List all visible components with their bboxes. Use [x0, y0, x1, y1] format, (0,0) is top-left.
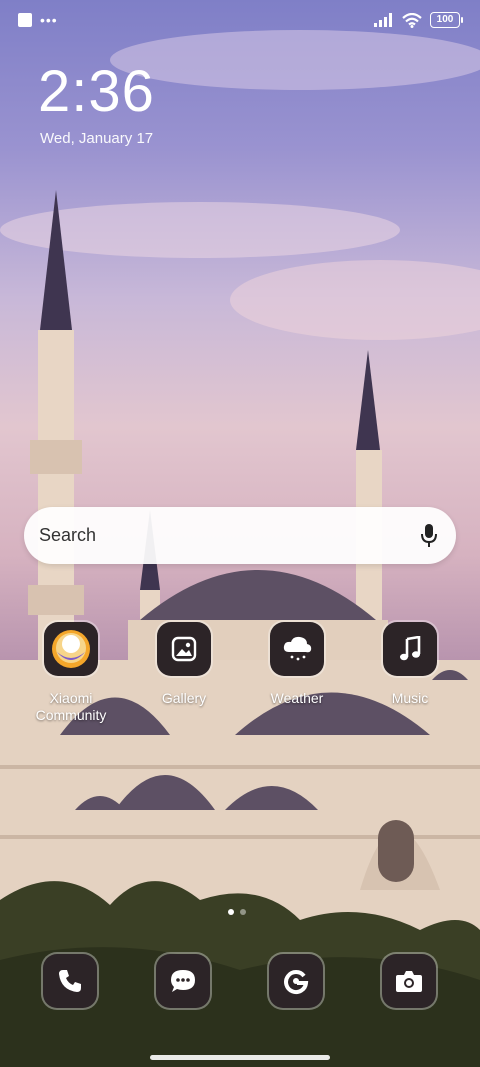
app-label: Xiaomi Community [35, 690, 107, 723]
page-indicator[interactable] [228, 909, 246, 915]
status-bar: ••• 100 [0, 0, 480, 40]
signal-icon [374, 13, 392, 27]
weather-icon [270, 622, 324, 676]
page-dot [240, 909, 246, 915]
gallery-icon [157, 622, 211, 676]
camera-icon[interactable] [382, 954, 436, 1008]
app-gallery[interactable]: Gallery [129, 622, 239, 707]
phone-icon[interactable] [43, 954, 97, 1008]
app-label: Weather [270, 690, 324, 706]
clock-time[interactable]: 2:36 [38, 58, 155, 125]
microphone-icon[interactable] [420, 523, 438, 549]
clock-date[interactable]: Wed, January 17 [40, 130, 153, 147]
search-bar[interactable]: Search [24, 507, 456, 564]
page-dot-active [228, 909, 234, 915]
more-notifications-icon: ••• [40, 12, 58, 28]
app-weather[interactable]: Weather [242, 622, 352, 707]
app-xiaomi-community[interactable]: Xiaomi Community [16, 622, 126, 724]
search-placeholder: Search [39, 525, 97, 545]
app-label: Gallery [161, 690, 207, 706]
xiaomi-community-icon [44, 622, 98, 676]
wifi-icon [402, 12, 422, 28]
browser-icon[interactable] [269, 954, 323, 1008]
home-gesture-bar[interactable] [150, 1055, 330, 1060]
messages-icon[interactable] [156, 954, 210, 1008]
notification-area: ••• [18, 13, 58, 27]
battery-icon: 100 [430, 12, 463, 28]
app-music[interactable]: Music [355, 622, 465, 707]
app-label: Music [391, 690, 429, 706]
notification-square-icon [18, 13, 32, 27]
system-icons: 100 [374, 12, 463, 28]
music-icon [383, 622, 437, 676]
